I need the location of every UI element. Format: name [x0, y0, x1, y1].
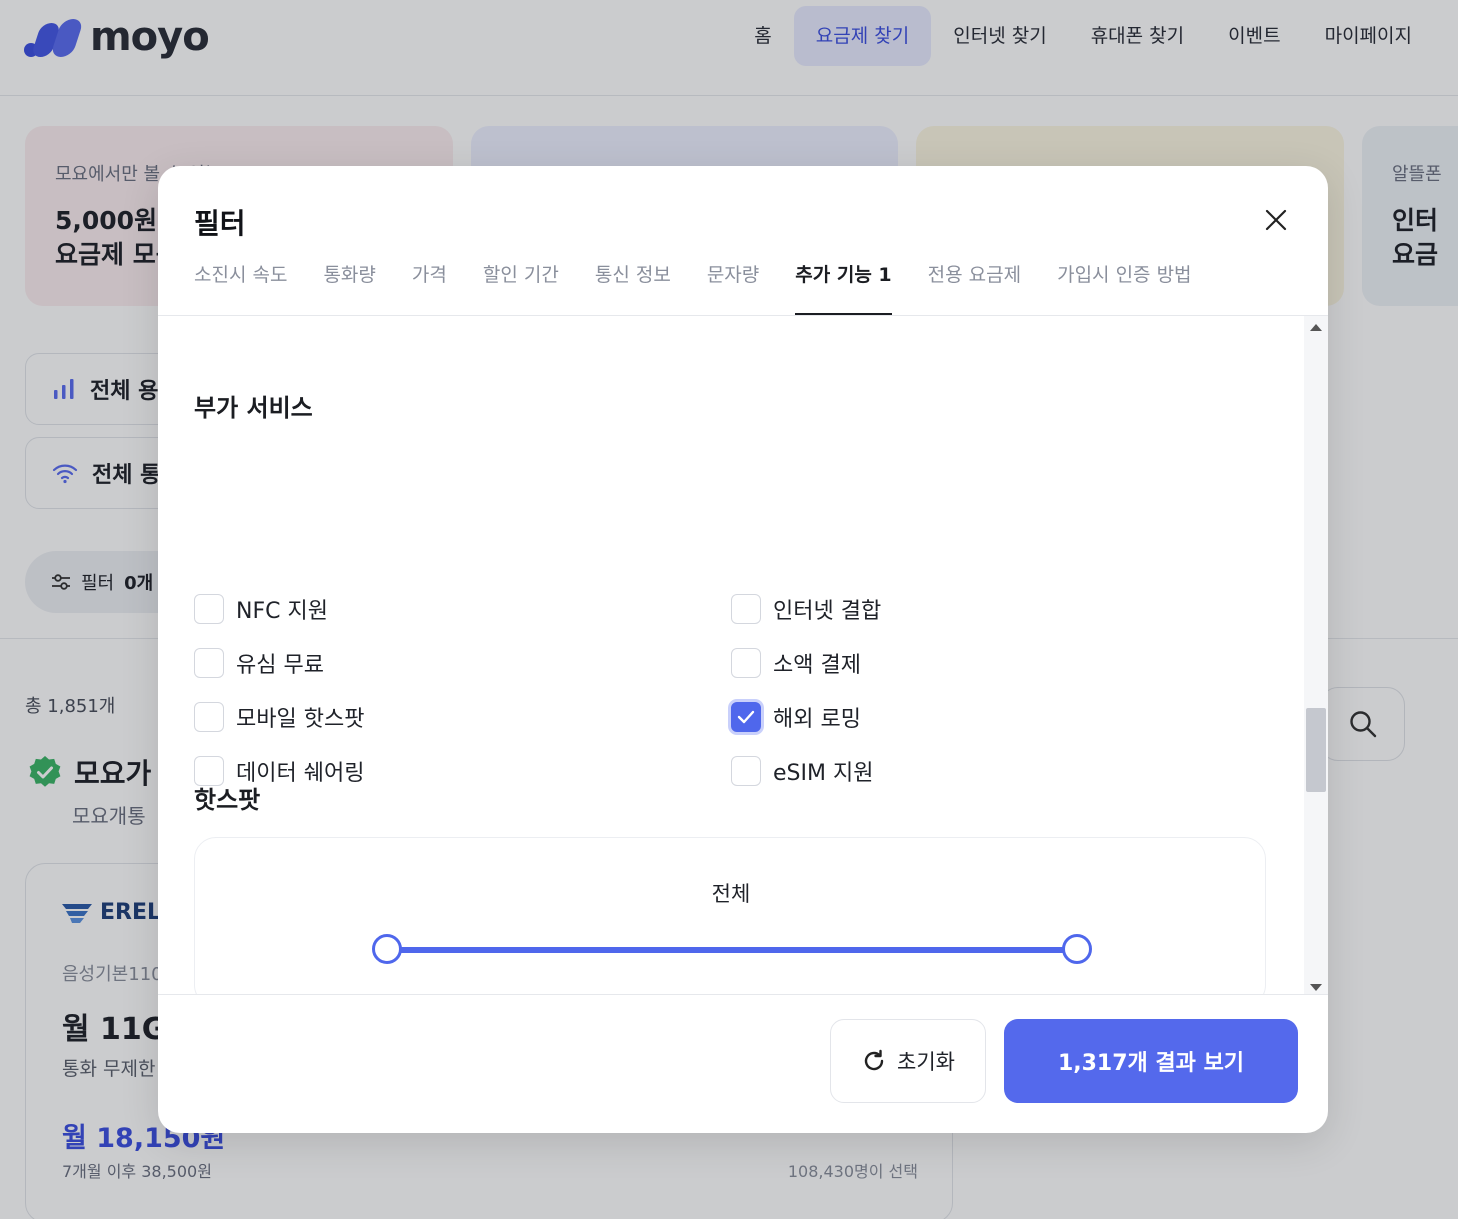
option-roaming[interactable]: 해외 로밍 — [731, 701, 861, 733]
option-label: 유심 무료 — [236, 653, 324, 678]
option-esim[interactable]: eSIM 지원 — [731, 755, 873, 787]
tab-call-amount[interactable]: 통화량 — [323, 248, 375, 316]
filter-scroll-area[interactable]: 부가 서비스 NFC 지원 인터넷 결합 유심 무료 소액 결제 모바일 핫스팟… — [158, 316, 1328, 994]
option-label: eSIM 지원 — [773, 761, 874, 786]
tab-dedicated-plan[interactable]: 전용 요금제 — [928, 248, 1021, 316]
refresh-icon — [864, 1049, 884, 1071]
close-button[interactable] — [1258, 202, 1294, 238]
hotspot-range-card: 전체 — [194, 837, 1266, 994]
range-slider-max-handle[interactable] — [1062, 934, 1092, 964]
modal-title: 필터 — [194, 207, 246, 240]
checkbox[interactable] — [194, 702, 224, 732]
range-slider-min-handle[interactable] — [372, 934, 402, 964]
tab-sms-amount[interactable]: 문자량 — [707, 248, 759, 316]
option-free-usim[interactable]: 유심 무료 — [194, 647, 324, 679]
option-label: 모바일 핫스팟 — [236, 707, 365, 732]
check-icon — [737, 710, 755, 724]
option-label: NFC 지원 — [236, 599, 328, 624]
scrollbar[interactable] — [1304, 316, 1328, 994]
range-slider-track[interactable] — [387, 947, 1077, 953]
option-micropayment[interactable]: 소액 결제 — [731, 647, 861, 679]
footer-divider — [158, 994, 1328, 995]
checkbox-checked[interactable] — [731, 702, 761, 732]
option-label: 인터넷 결합 — [773, 599, 882, 624]
reset-label: 초기화 — [897, 1050, 955, 1074]
close-icon — [1265, 209, 1287, 231]
hotspot-section-title: 핫스팟 — [194, 786, 261, 814]
tab-auth-method[interactable]: 가입시 인증 방법 — [1057, 248, 1191, 316]
filter-modal: 필터 소진시 속도 통화량 가격 할인 기간 통신 정보 문자량 추가 기능 1… — [158, 166, 1328, 1133]
option-internet-bundle[interactable]: 인터넷 결합 — [731, 593, 881, 625]
tab-extra-features[interactable]: 추가 기능 1 — [795, 248, 893, 316]
option-nfc[interactable]: NFC 지원 — [194, 593, 328, 625]
scroll-down-arrow-icon[interactable] — [1310, 984, 1322, 991]
scroll-up-arrow-icon[interactable] — [1310, 324, 1322, 331]
scrollbar-thumb[interactable] — [1306, 708, 1326, 792]
reset-button[interactable]: 초기화 — [830, 1019, 986, 1103]
tab-price[interactable]: 가격 — [412, 248, 447, 316]
show-results-button[interactable]: 1,317개 결과 보기 — [1004, 1019, 1298, 1103]
tab-network-info[interactable]: 통신 정보 — [595, 248, 671, 316]
tab-exhaust-speed[interactable]: 소진시 속도 — [194, 248, 287, 316]
addon-section-title: 부가 서비스 — [194, 394, 313, 422]
checkbox[interactable] — [194, 594, 224, 624]
tab-discount-period[interactable]: 할인 기간 — [483, 248, 559, 316]
range-label: 전체 — [711, 882, 751, 906]
checkbox[interactable] — [731, 594, 761, 624]
checkbox[interactable] — [731, 648, 761, 678]
option-mobile-hotspot[interactable]: 모바일 핫스팟 — [194, 701, 364, 733]
checkbox[interactable] — [731, 756, 761, 786]
filter-tabs: 소진시 속도 통화량 가격 할인 기간 통신 정보 문자량 추가 기능 1 전용… — [194, 248, 1192, 316]
option-label: 소액 결제 — [773, 653, 861, 678]
option-label: 해외 로밍 — [773, 707, 861, 732]
checkbox[interactable] — [194, 648, 224, 678]
